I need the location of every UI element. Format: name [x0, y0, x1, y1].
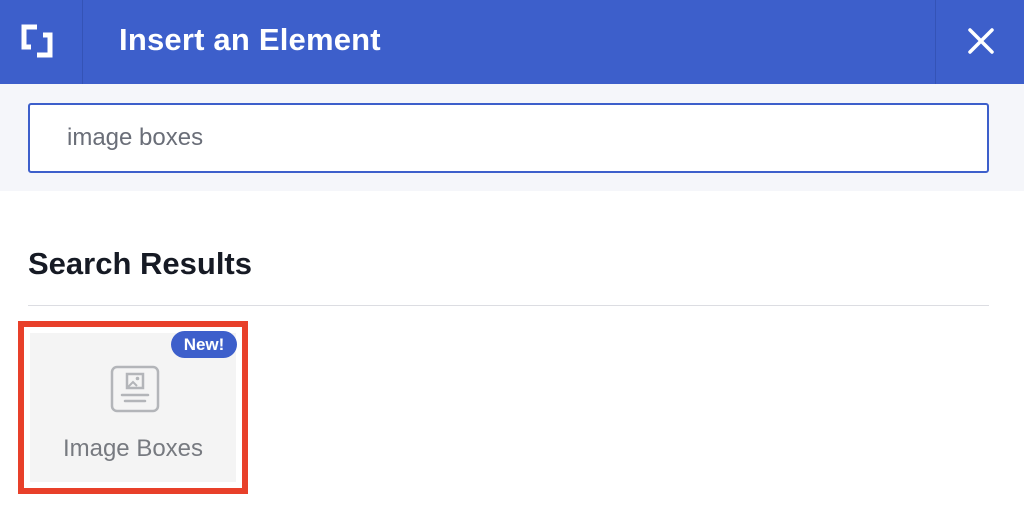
image-box-icon — [110, 365, 160, 413]
element-card-label: Image Boxes — [62, 435, 204, 462]
modal-title: Insert an Element — [119, 22, 381, 57]
divider — [28, 305, 989, 306]
search-area — [0, 84, 1024, 191]
search-results-heading: Search Results — [28, 246, 252, 281]
logo — [0, 0, 83, 84]
search-input[interactable] — [28, 103, 989, 173]
close-button[interactable] — [935, 0, 1024, 84]
brackets-logo-icon — [21, 24, 53, 58]
modal-header: Insert an Element — [0, 0, 1024, 84]
new-badge: New! — [171, 331, 237, 358]
close-icon[interactable] — [967, 27, 995, 55]
